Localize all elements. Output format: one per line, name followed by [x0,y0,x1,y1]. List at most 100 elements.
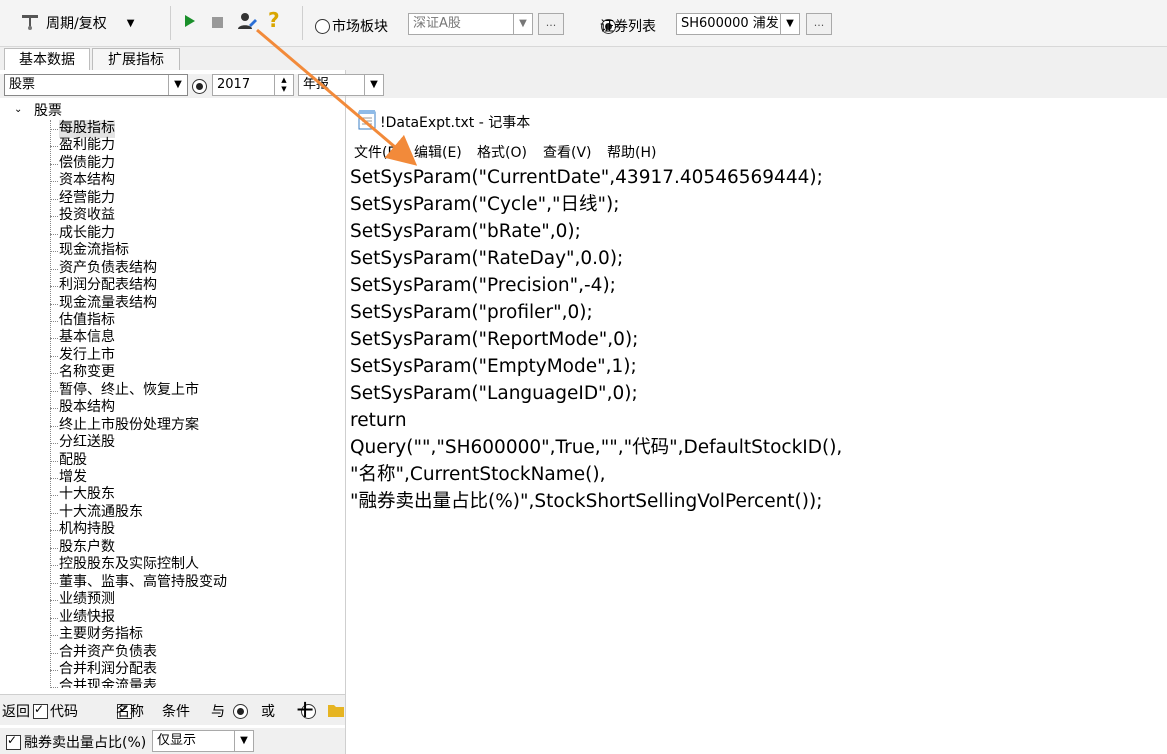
tree-item[interactable]: 基本信息 [59,329,115,347]
tree-item[interactable]: 名称变更 [59,364,115,382]
tree-item[interactable]: 股本结构 [59,399,115,417]
and-radio[interactable] [232,703,248,719]
chevron-down-icon: ▼ [364,75,383,95]
tree-item[interactable]: 投资收益 [59,207,115,225]
toolbar: 周期/复权 ▼ ? 市场板块 深证A股 ▼ ... 证券列表 SH600000 … [0,0,1167,47]
spinner-icon[interactable]: ▲ ▼ [274,75,293,95]
tree-item[interactable]: 配股 [59,452,87,470]
tree-item[interactable]: 盈利能力 [59,137,115,155]
user-edit-icon[interactable] [236,11,258,37]
or-label: 或 [261,704,275,720]
play-icon[interactable] [184,14,196,32]
stock-combo-value: SH600000 浦发 [681,16,779,31]
tree-connector [50,146,58,148]
tree-item[interactable]: 偿债能力 [59,155,115,173]
tree-item[interactable]: 经营能力 [59,190,115,208]
code-line: SetSysParam("LanguageID",0); [350,383,638,404]
stock-combo[interactable]: SH600000 浦发 ▼ [676,13,800,35]
tree-item[interactable]: 发行上市 [59,347,115,365]
tree-item[interactable]: 合并资产负债表 [59,644,157,662]
code-checkbox[interactable] [33,702,48,719]
stop-icon[interactable] [212,16,223,32]
tree-item[interactable]: 终止上市股份处理方案 [59,417,199,435]
period-combo[interactable]: 年报 ▼ [298,74,384,96]
tree-item[interactable]: 控股股东及实际控制人 [59,556,199,574]
menu-file[interactable]: 文件(F) [354,142,401,164]
chevron-down-icon: ▼ [513,14,532,34]
tab-basic-data[interactable]: 基本数据 [4,48,90,71]
tree-connector [50,373,58,375]
code-checkbox-label: 代码 [50,704,78,720]
chevron-down-icon: ▼ [234,731,253,751]
tree-root[interactable]: 股票 [34,102,62,120]
notepad-text-area[interactable]: SetSysParam("CurrentDate",43917.40546569… [350,164,1162,752]
menu-view[interactable]: 查看(V) [543,142,592,164]
tree-collapse-icon[interactable]: ⌄ [14,104,22,115]
field-checkbox[interactable] [6,733,21,750]
tree-item[interactable]: 十大股东 [59,486,115,504]
tree-item[interactable]: 股东户数 [59,539,115,557]
back-button[interactable]: 返回 [2,701,30,721]
cycle-adjust-button[interactable]: 周期/复权 ▼ [20,10,156,36]
tree-item[interactable]: 十大流通股东 [59,504,143,522]
condition-label: 条件 [162,704,190,720]
tree-connector [50,565,58,567]
tree-item[interactable]: 增发 [59,469,87,487]
year-spinner[interactable]: 2017 ▲ ▼ [212,74,294,96]
tree-item[interactable]: 利润分配表结构 [59,277,157,295]
tree-item[interactable]: 合并利润分配表 [59,661,157,679]
notepad-icon [358,110,376,134]
market-combo[interactable]: 深证A股 ▼ [408,13,533,35]
type-combo[interactable]: 股票 ▼ [4,74,188,96]
tree-item[interactable]: 业绩快报 [59,609,115,627]
folder-icon[interactable] [328,703,344,721]
tree-item[interactable]: 每股指标 [59,120,115,138]
field-label: 融券卖出量占比(%) [24,735,147,751]
period-radio[interactable] [192,78,207,94]
help-icon[interactable]: ? [268,8,280,32]
menu-edit[interactable]: 编辑(E) [414,142,462,164]
tree-item[interactable]: 现金流量表结构 [59,295,157,313]
code-line: SetSysParam("Precision",-4); [350,275,616,296]
tree-item[interactable]: 合并现金流量表 [59,678,157,688]
chevron-down-icon: ▼ [780,14,799,34]
menu-format[interactable]: 格式(O) [477,142,527,164]
menu-help[interactable]: 帮助(H) [607,142,656,164]
tree-item[interactable]: 估值指标 [59,312,115,330]
notepad-title: !DataExpt.txt - 记事本 [380,115,531,131]
type-combo-value: 股票 [9,77,36,92]
tree-item[interactable]: 资本结构 [59,172,115,190]
tree-line [50,120,51,688]
cycle-adjust-label: 周期/复权 [46,16,107,32]
tree-connector [50,216,58,218]
bottom-controls: 返回 代码 名称 条件 与 或 + [0,694,345,725]
add-icon[interactable]: + [295,695,315,723]
tree-connector [50,512,58,514]
tree-connector [50,338,58,340]
chevron-down-icon: ▼ [168,75,187,95]
tree-item[interactable]: 暂停、终止、恢复上市 [59,382,199,400]
tab-extended-indicators[interactable]: 扩展指标 [92,48,180,71]
tree-connector [50,268,58,270]
stock-browse-button[interactable]: ... [806,13,832,35]
tree-item[interactable]: 分红送股 [59,434,115,452]
tree-item[interactable]: 成长能力 [59,225,115,243]
tree-item[interactable]: 机构持股 [59,521,115,539]
tree-connector [50,320,58,322]
tree-item[interactable]: 业绩预测 [59,591,115,609]
tree-connector [50,286,58,288]
code-line: SetSysParam("RateDay",0.0); [350,248,624,269]
display-combo[interactable]: 仅显示 ▼ [152,730,254,752]
tree-connector [50,635,58,637]
market-browse-button[interactable]: ... [538,13,564,35]
market-radio[interactable] [315,18,330,34]
tree-item[interactable]: 董事、监事、高管持股变动 [59,574,227,592]
tree-connector [50,530,58,532]
name-checkbox-label: 名称 [116,704,144,720]
tree-item[interactable]: 现金流指标 [59,242,129,260]
tree-connector [50,495,58,497]
code-line: SetSysParam("Cycle","日线"); [350,194,620,215]
tree-item[interactable]: 主要财务指标 [59,626,143,644]
tree-connector [50,390,58,392]
tree-item[interactable]: 资产负债表结构 [59,260,157,278]
